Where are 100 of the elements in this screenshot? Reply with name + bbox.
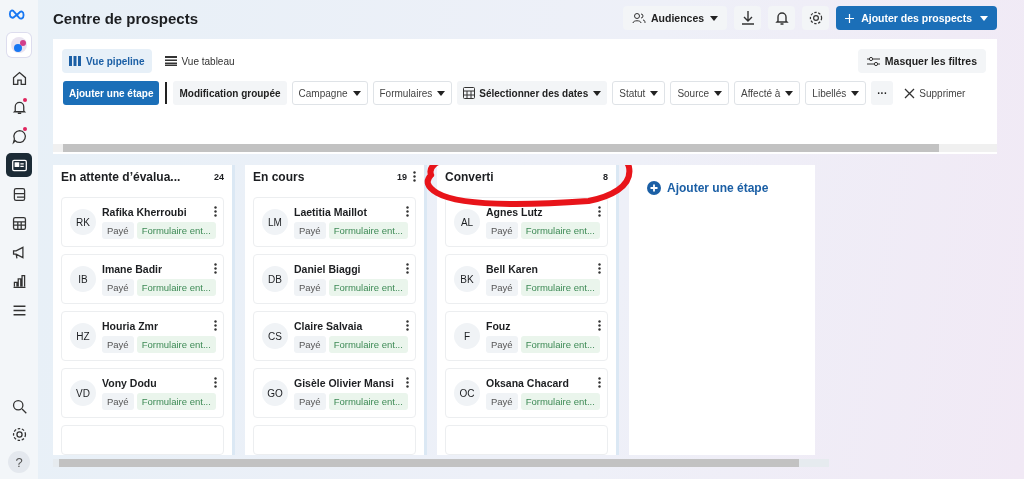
caret-icon xyxy=(352,90,361,96)
tag: Payé xyxy=(102,335,134,353)
add-prospects-button[interactable]: Ajouter des prospects xyxy=(836,6,997,30)
prospect-card[interactable]: CS Claire Salvaia Payé Formulaire ent... xyxy=(253,311,416,361)
tag: Payé xyxy=(294,392,326,410)
clear-filters-button[interactable]: Supprimer xyxy=(898,81,968,105)
avatar-initials: VD xyxy=(70,380,96,406)
tag: Payé xyxy=(102,221,134,239)
bulk-edit-button[interactable]: Modification groupée xyxy=(173,81,287,105)
more-icon[interactable] xyxy=(214,206,217,217)
prospect-card[interactable]: LM Laetitia Maillot Payé Formulaire ent... xyxy=(253,197,416,247)
scrollbar[interactable] xyxy=(53,459,829,467)
more-icon[interactable] xyxy=(406,206,409,217)
download-icon xyxy=(740,10,755,26)
avatar-initials: OC xyxy=(454,380,480,406)
caret-icon xyxy=(437,90,446,96)
tag: Formulaire ent... xyxy=(520,278,600,296)
prospect-card[interactable]: IB Imane Badir Payé Formulaire ent... xyxy=(61,254,224,304)
column-title: En attente d’évalua... xyxy=(61,169,182,184)
column-title: Converti xyxy=(445,169,495,184)
more-icon[interactable] xyxy=(598,263,601,274)
more-icon[interactable] xyxy=(413,171,416,182)
close-icon xyxy=(904,87,916,99)
avatar-initials: RK xyxy=(70,209,96,235)
calendar-icon xyxy=(463,87,476,99)
view-tab[interactable]: Vue pipeline xyxy=(62,49,152,73)
contact-card-icon[interactable] xyxy=(6,153,32,177)
tag: Formulaire ent... xyxy=(136,221,216,239)
tag: Formulaire ent... xyxy=(136,335,216,353)
avatar-initials: IB xyxy=(70,266,96,292)
tag: Formulaire ent... xyxy=(328,278,408,296)
avatar-initials: LM xyxy=(262,209,288,235)
notifications-button[interactable] xyxy=(768,6,796,30)
avatar-initials: CS xyxy=(262,323,288,349)
filter-dropdown[interactable]: Source xyxy=(670,81,730,105)
tag: Formulaire ent... xyxy=(328,221,408,239)
prospect-card[interactable]: VD Vony Dodu Payé Formulaire ent... xyxy=(61,368,224,418)
filter-dropdown[interactable]: Formulaires xyxy=(372,81,453,105)
prospect-card[interactable]: AL Agnes Lutz Payé Formulaire ent... xyxy=(445,197,608,247)
prospect-name: Vony Dodu xyxy=(102,376,157,389)
search-icon[interactable] xyxy=(10,398,28,415)
avatar-initials: AL xyxy=(454,209,480,235)
hide-filters-button[interactable]: Masquer les filtres xyxy=(857,49,986,73)
tag: Formulaire ent... xyxy=(136,278,216,296)
tag: Formulaire ent... xyxy=(136,392,216,410)
columns-icon xyxy=(69,56,81,66)
avatar-initials: DB xyxy=(262,266,288,292)
more-button[interactable]: ··· xyxy=(871,81,894,105)
avatar-initials: HZ xyxy=(70,323,96,349)
view-tab[interactable]: Vue tableau xyxy=(157,49,242,73)
add-stage-button[interactable]: Ajouter une étape xyxy=(63,81,160,105)
tag: Payé xyxy=(102,392,134,410)
filter-dropdown[interactable]: Affecté à xyxy=(734,81,801,105)
more-icon[interactable] xyxy=(214,377,217,388)
more-icon[interactable] xyxy=(598,206,601,217)
settings-button[interactable] xyxy=(802,6,830,30)
prospect-card[interactable]: F Fouz Payé Formulaire ent... xyxy=(445,311,608,361)
caret-icon xyxy=(714,90,723,96)
tag: Payé xyxy=(486,278,518,296)
tag: Formulaire ent... xyxy=(328,392,408,410)
prospect-name: Houria Zmr xyxy=(102,319,158,332)
date-picker[interactable]: Sélectionner des dates xyxy=(457,81,608,105)
more-icon[interactable] xyxy=(406,320,409,331)
prospect-card[interactable]: DB Daniel Biaggi Payé Formulaire ent... xyxy=(253,254,416,304)
download-button[interactable] xyxy=(734,6,762,30)
prospect-name: Agnes Lutz xyxy=(486,205,543,218)
audiences-button[interactable]: Audiences xyxy=(623,6,728,30)
page-title: Centre de prospects xyxy=(53,9,199,27)
scrollbar[interactable] xyxy=(53,144,997,152)
more-icon[interactable] xyxy=(598,320,601,331)
tag: Formulaire ent... xyxy=(520,392,600,410)
filter-dropdown[interactable]: Statut xyxy=(612,81,666,105)
prospect-card[interactable]: HZ Houria Zmr Payé Formulaire ent... xyxy=(61,311,224,361)
add-stage-link[interactable]: Ajouter une étape xyxy=(647,181,769,195)
more-icon[interactable] xyxy=(406,377,409,388)
prospect-card[interactable]: BK Bell Karen Payé Formulaire ent... xyxy=(445,254,608,304)
more-icon[interactable] xyxy=(598,377,601,388)
prospect-card[interactable]: OC Oksana Chacard Payé Formulaire ent... xyxy=(445,368,608,418)
settings-icon[interactable] xyxy=(10,426,28,443)
filter-dropdown[interactable]: Campagne xyxy=(291,81,368,105)
caret-icon xyxy=(650,90,659,96)
column-count: 24 xyxy=(214,171,224,182)
tag: Formulaire ent... xyxy=(328,335,408,353)
column-count: 8 xyxy=(603,171,608,182)
prospect-card[interactable]: RK Rafika Kherroubi Payé Formulaire ent... xyxy=(61,197,224,247)
more-icon[interactable] xyxy=(214,320,217,331)
prospect-name: Claire Salvaia xyxy=(294,319,363,332)
prospect-card[interactable]: GO Gisèle Olivier Mansi Payé Formulaire ent... xyxy=(253,368,416,418)
tag: Payé xyxy=(294,335,326,353)
help-button[interactable]: ? xyxy=(8,451,30,473)
avatar-initials: BK xyxy=(454,266,480,292)
more-icon[interactable] xyxy=(406,263,409,274)
avatar-initials: GO xyxy=(262,380,288,406)
caret-icon xyxy=(785,90,794,96)
more-icon[interactable] xyxy=(214,263,217,274)
tag: Payé xyxy=(486,335,518,353)
account-avatar[interactable] xyxy=(7,33,31,57)
prospect-name: Daniel Biaggi xyxy=(294,262,361,275)
filter-dropdown[interactable]: Libellés xyxy=(805,81,867,105)
caret-icon xyxy=(980,15,988,21)
